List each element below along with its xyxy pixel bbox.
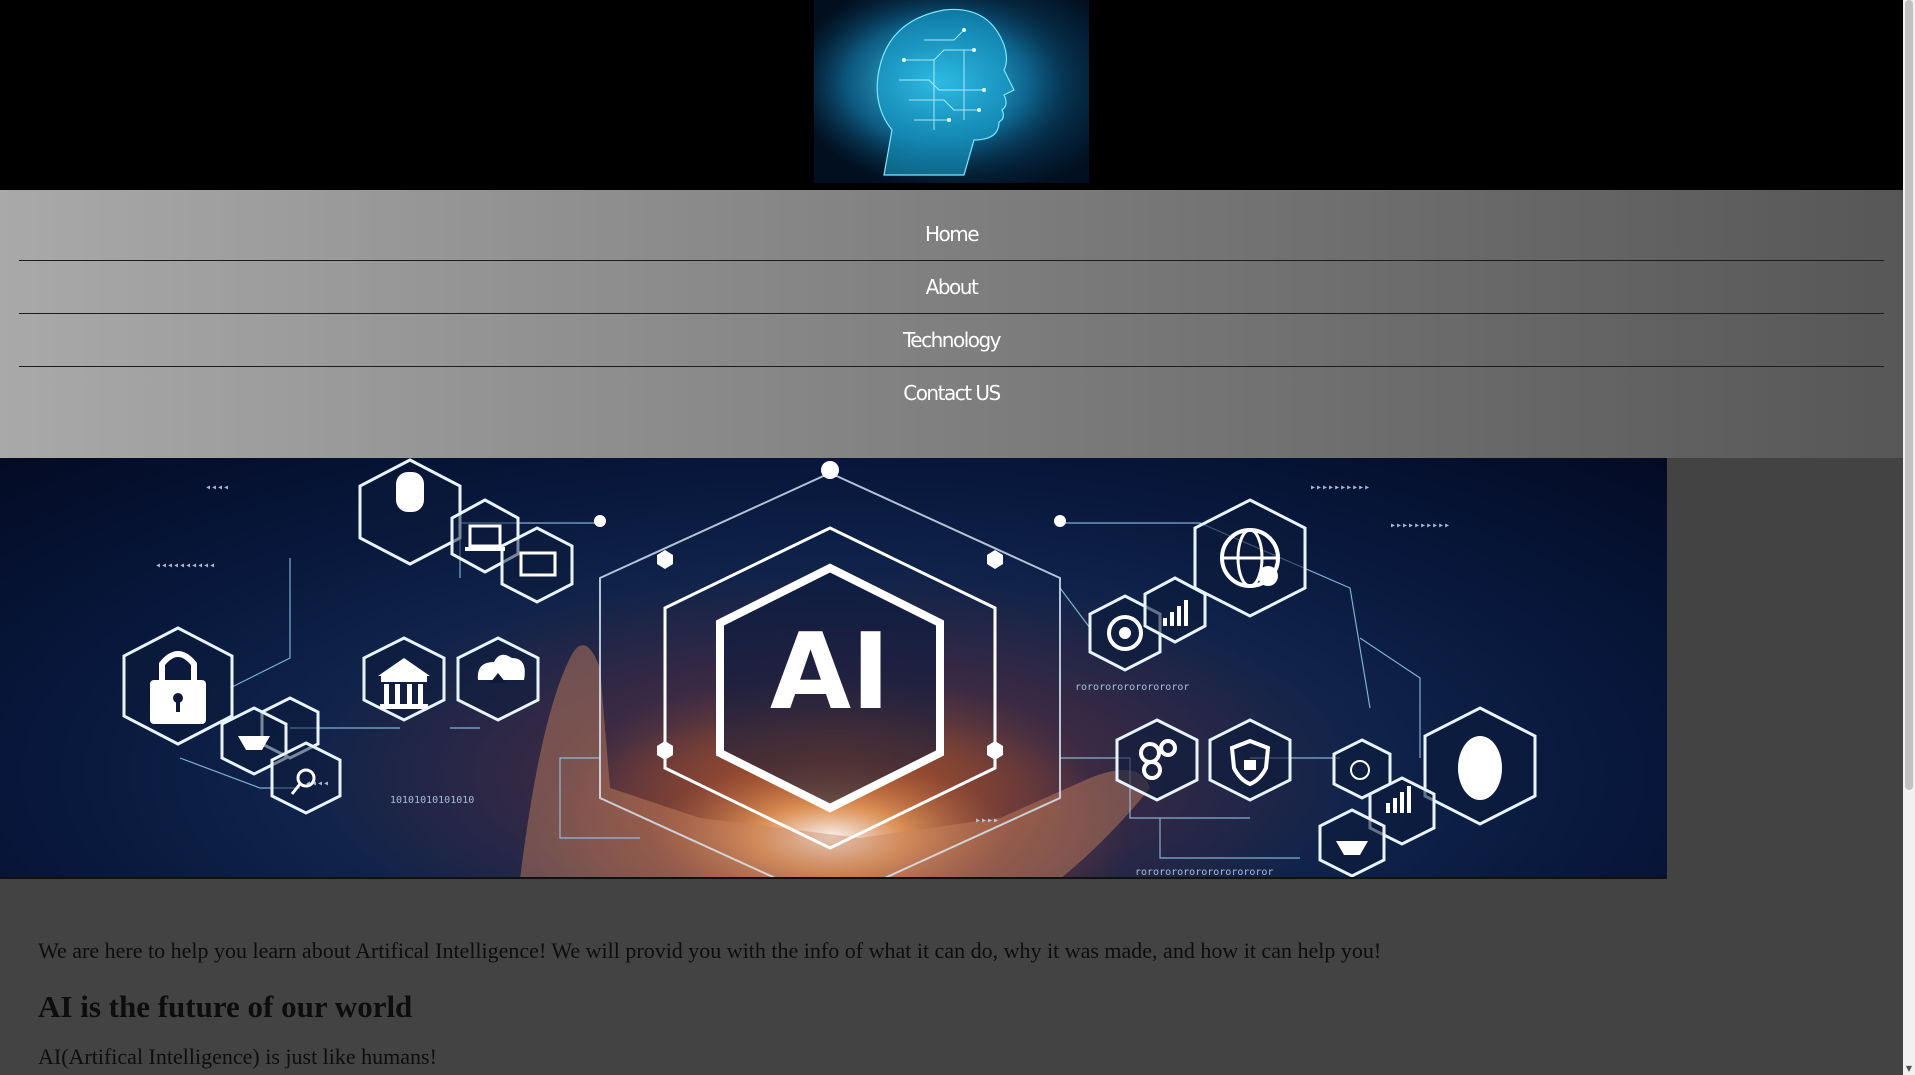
site-header (0, 0, 1903, 190)
nav-item-contact-us[interactable]: Contact US (19, 367, 1884, 420)
arrows-decoration-4: ▸▸▸▸▸▸▸▸▸▸ (1390, 520, 1450, 531)
page: Home About Technology Contact US AI ◂◂◂◂… (0, 0, 1903, 1075)
binary-text-1: 10101010101010 (390, 795, 474, 806)
section-heading: AI is the future of our world (38, 989, 413, 1024)
ai-center-text: AI (770, 611, 890, 733)
banner-side-strip (1667, 458, 1903, 879)
arrows-decoration-2: ◂◂◂◂◂◂◂◂◂◂ (155, 560, 215, 571)
left-icon-cluster (122, 458, 574, 815)
ai-network-illustration: AI ◂◂◂◂ ◂◂◂◂◂◂◂◂◂◂ ▸▸▸▸▸▸▸▸▸▸ ▸▸▸▸▸▸▸▸▸▸… (122, 458, 1537, 879)
lightbulb-icon (396, 472, 424, 512)
browser-viewport: Home About Technology Contact US AI ◂◂◂◂… (0, 0, 1915, 1075)
arrows-decoration-6: ◂◂◂◂ (305, 778, 329, 789)
vertical-scrollbar[interactable]: ▼ (1903, 0, 1915, 1075)
scrollbar-thumb[interactable] (1905, 0, 1913, 790)
nav-item-about[interactable]: About (19, 261, 1884, 314)
banner-bottom-border (0, 877, 1667, 879)
bar-chart-icon-2 (1386, 803, 1390, 813)
circuit-head-icon (814, 0, 1089, 183)
bank-icon (381, 676, 427, 682)
binary-text-2: rororororororororor (1075, 682, 1189, 693)
main-content: We are here to help you learn about Arti… (38, 935, 1858, 1073)
brain-icon (1458, 736, 1502, 800)
main-nav: Home About Technology Contact US (0, 190, 1903, 458)
scroll-down-arrow-icon[interactable]: ▼ (1903, 1063, 1915, 1075)
nav-item-technology[interactable]: Technology (19, 314, 1884, 367)
ai-head-logo (814, 0, 1089, 183)
sub-paragraph: AI(Artifical Intelligence) is just like … (38, 1044, 437, 1069)
nav-item-home[interactable]: Home (19, 208, 1884, 261)
bar-chart-icon (1163, 618, 1167, 626)
ai-banner-image: AI ◂◂◂◂ ◂◂◂◂◂◂◂◂◂◂ ▸▸▸▸▸▸▸▸▸▸ ▸▸▸▸▸▸▸▸▸▸… (0, 458, 1667, 879)
intro-paragraph: We are here to help you learn about Arti… (38, 938, 1382, 963)
arrows-decoration-5: ▸▸▸▸ (975, 815, 999, 826)
arrows-decoration-3: ▸▸▸▸▸▸▸▸▸▸ (1310, 482, 1370, 493)
arrows-decoration-1: ◂◂◂◂ (205, 482, 229, 493)
